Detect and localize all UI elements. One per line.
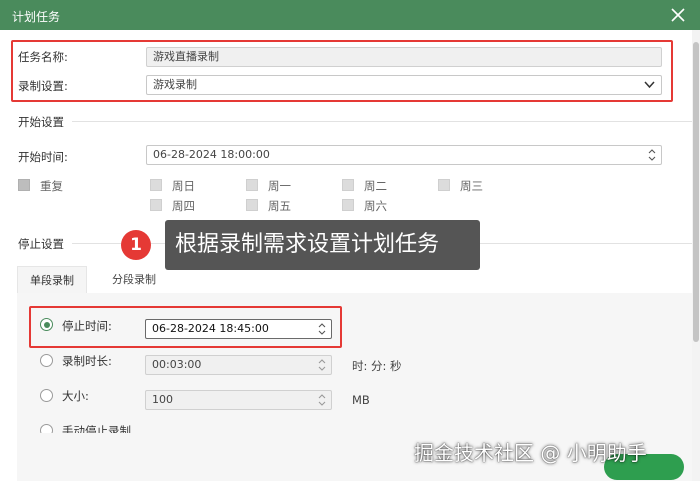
day-checkbox-fri[interactable] [246,199,258,211]
tab-single-segment[interactable]: 单段录制 [17,266,87,294]
window-title: 计划任务 [12,10,61,24]
size-radio[interactable] [40,389,53,402]
watermark-text: 掘金技术社区 @ 小明助手 [414,441,647,465]
start-time-value: 06-28-2024 18:00:00 [153,148,270,161]
chevron-down-icon [644,81,655,89]
day-checkbox-tue[interactable] [342,179,354,191]
repeat-checkbox[interactable] [18,179,30,191]
start-time-input[interactable]: 06-28-2024 18:00:00 [146,145,662,165]
day-label-mon: 周一 [268,179,291,193]
day-checkbox-wed[interactable] [438,179,450,191]
day-checkbox-mon[interactable] [246,179,258,191]
spinner-icon[interactable] [647,147,657,163]
step-number-badge: 1 [121,230,151,260]
repeat-label: 重复 [40,179,63,193]
manual-stop-radio[interactable] [40,424,53,433]
duration-value: 00:03:00 [152,358,202,371]
spinner-icon[interactable] [317,321,327,337]
day-checkbox-sun[interactable] [150,179,162,191]
task-name-label: 任务名称: [18,50,68,64]
start-settings-heading: 开始设置 [18,115,64,129]
stop-time-value: 06-28-2024 18:45:00 [152,322,269,335]
record-setting-label: 录制设置: [18,79,68,93]
duration-radio[interactable] [40,354,53,367]
size-unit: MB [352,393,370,407]
spinner-icon[interactable] [317,357,327,373]
annotation-callout: 1 根据录制需求设置计划任务 [115,220,480,270]
task-name-value: 游戏直播录制 [153,50,219,63]
duration-input[interactable]: 00:03:00 [145,355,332,375]
size-label: 大小: [62,389,89,403]
manual-stop-row: 手动停止录制 [30,420,330,433]
day-label-thu: 周四 [172,199,195,213]
day-label-sun: 周日 [172,179,195,193]
stop-time-radio[interactable] [40,318,53,331]
stop-settings-heading: 停止设置 [18,237,64,251]
day-label-tue: 周二 [364,179,387,193]
day-label-sat: 周六 [364,199,387,213]
tab-multi-segment[interactable]: 分段录制 [93,266,175,294]
size-value: 100 [152,393,173,406]
start-time-label: 开始时间: [18,150,68,164]
scrollbar-thumb[interactable] [693,42,699,342]
day-checkbox-thu[interactable] [150,199,162,211]
duration-label: 录制时长: [62,354,112,368]
size-input[interactable]: 100 [145,390,332,410]
spinner-icon[interactable] [317,392,327,408]
day-checkbox-sat[interactable] [342,199,354,211]
day-label-fri: 周五 [268,199,291,213]
duration-unit: 时: 分: 秒 [352,359,402,373]
stop-tabs: 单段录制 分段录制 [17,266,692,294]
title-bar: 计划任务 [0,0,700,30]
start-divider [72,121,692,122]
task-name-input[interactable]: 游戏直播录制 [146,47,662,67]
stop-time-label: 停止时间: [62,319,112,333]
day-label-wed: 周三 [460,179,483,193]
record-setting-value: 游戏录制 [153,78,197,91]
scrollbar[interactable] [692,30,700,481]
annotation-text: 根据录制需求设置计划任务 [165,220,480,270]
stop-time-input[interactable]: 06-28-2024 18:45:00 [145,319,332,339]
close-icon[interactable] [670,7,686,23]
manual-stop-label: 手动停止录制 [62,424,131,433]
record-setting-select[interactable]: 游戏录制 [146,75,662,95]
